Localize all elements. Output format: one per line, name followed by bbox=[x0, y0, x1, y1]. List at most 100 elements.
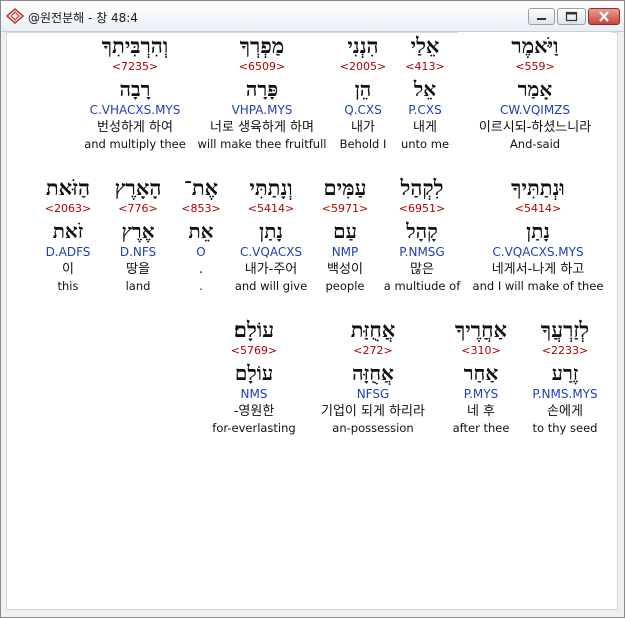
word-block[interactable]: אֲחֻזַּת <272> אֲחֻזָּה NFSG 기업이 되게 하리라 an-po… bbox=[306, 316, 441, 436]
english-gloss: and will give bbox=[234, 279, 308, 293]
parse-code: P.CXS bbox=[408, 103, 442, 117]
strong-number: <2005> bbox=[339, 60, 387, 73]
english-gloss: after thee bbox=[452, 421, 510, 435]
window-title: @원전분해 - 창 48:4 bbox=[28, 11, 138, 25]
hebrew-word: וְנָתַתִּי bbox=[249, 175, 293, 200]
lemma-word: רָבָה bbox=[119, 77, 151, 101]
strong-number: <6509> bbox=[238, 60, 286, 73]
maximize-button[interactable] bbox=[557, 8, 586, 25]
lemma-word: עוֹלָם bbox=[234, 361, 274, 385]
korean-gloss: 내게 bbox=[413, 120, 437, 135]
english-gloss: Behold I bbox=[339, 137, 387, 151]
korean-gloss: 이 bbox=[62, 262, 74, 277]
lemma-word: קָהָל bbox=[406, 219, 438, 243]
english-gloss: land bbox=[125, 279, 151, 293]
hebrew-word: אֵלַי bbox=[410, 33, 440, 58]
english-gloss: this bbox=[57, 279, 79, 293]
strong-number: <5414> bbox=[514, 202, 562, 215]
english-gloss: and I will make of thee bbox=[472, 279, 604, 293]
title-bar[interactable]: @원전분해 - 창 48:4 bbox=[1, 1, 624, 32]
word-block[interactable]: לְזַרְעֲךָ <2233> זֶרַע P.NMS.MYS 손에게 to thy … bbox=[518, 316, 613, 436]
hebrew-word: וּנְתַתִּיךָ bbox=[511, 175, 565, 200]
lemma-word: עַם bbox=[333, 219, 357, 243]
parse-code: Q.CXS bbox=[344, 103, 382, 117]
minimize-button[interactable] bbox=[528, 8, 555, 25]
parse-code: NMP bbox=[331, 245, 359, 259]
english-gloss: a multiude of bbox=[383, 279, 461, 293]
parse-code: NMS bbox=[240, 387, 268, 401]
close-icon bbox=[599, 11, 609, 22]
english-gloss: unto me bbox=[400, 137, 450, 151]
strong-number: <5769> bbox=[230, 344, 278, 357]
word-block[interactable]: הָאָרֶץ <776> אֶרֶץ D.NFS 땅을 land bbox=[108, 174, 168, 294]
strong-number: <272> bbox=[353, 344, 393, 357]
lemma-word: אַחַר bbox=[463, 361, 499, 385]
korean-gloss: 백성이 bbox=[327, 262, 363, 277]
hebrew-word: עַמִּים bbox=[323, 175, 367, 200]
parse-code: C.VQACXS.MYS bbox=[492, 245, 584, 259]
korean-gloss: 많은 bbox=[410, 262, 434, 277]
lemma-word: הֵן bbox=[354, 77, 372, 101]
korean-gloss: 내가-주어 bbox=[244, 262, 298, 277]
word-block[interactable]: אַחֲרֶיךָ <310> אַחַר P.MYS 네 후 after thee bbox=[444, 316, 519, 436]
lemma-word: זֹאת bbox=[52, 219, 84, 243]
parse-code: VHPA.MYS bbox=[231, 103, 293, 117]
strong-number: <559> bbox=[515, 60, 555, 73]
english-gloss: an-possession bbox=[332, 421, 414, 435]
parse-code: D.NFS bbox=[119, 245, 157, 259]
lemma-word: זֶרַע bbox=[551, 361, 579, 385]
word-block[interactable]: אֶת־ <853> אֵת O.. bbox=[181, 174, 221, 294]
word-block[interactable]: הַזֹּאת <2063> זֹאת D.ADFS 이 this bbox=[38, 174, 98, 294]
korean-gloss: 손에게 bbox=[547, 404, 583, 419]
strong-number: <2233> bbox=[541, 344, 589, 357]
lemma-word: אֶרֶץ bbox=[121, 219, 155, 243]
parse-code: P.NMS.MYS bbox=[532, 387, 598, 401]
parse-code: CW.VQIMZS bbox=[499, 103, 571, 117]
hebrew-word: עוֹלָם׃ bbox=[233, 317, 275, 342]
word-block[interactable]: וּנְתַתִּיךָ <5414> נָתַן C.VQACXS.MYS 네게서-나… bbox=[468, 174, 608, 294]
minimize-icon bbox=[537, 18, 546, 20]
hebrew-word: לִקְהַל bbox=[400, 175, 444, 200]
word-block[interactable]: לִקְהַל <6951> קָהָל P.NMSG 많은 a multiude of bbox=[377, 174, 467, 294]
lemma-word: נָתַן bbox=[526, 219, 550, 243]
hebrew-word: לְזַרְעֲךָ bbox=[540, 317, 590, 342]
maximize-icon bbox=[565, 11, 578, 22]
english-gloss: people bbox=[325, 279, 365, 293]
word-block[interactable]: וַיֹּאמֶר <559> אָמַר CW.VQIMZS 이르시되-하셨느니라 An… bbox=[460, 32, 610, 152]
strong-number: <310> bbox=[461, 344, 501, 357]
strong-number: <853> bbox=[181, 202, 221, 215]
strong-number: <2063> bbox=[44, 202, 92, 215]
word-block[interactable]: אֵלַי <413> אֵל P.CXS 내게 unto me bbox=[395, 32, 455, 152]
korean-gloss: 네게서-나게 하고 bbox=[491, 262, 585, 277]
strong-number: <5414> bbox=[247, 202, 295, 215]
english-gloss: for-everlasting bbox=[212, 421, 296, 435]
english-gloss: And-said bbox=[509, 137, 561, 151]
word-block[interactable]: עַמִּים <5971> עַם NMP 백성이 people bbox=[315, 174, 375, 294]
word-block[interactable]: הִנְנִי <2005> הֵן Q.CXS 내가 Behold I bbox=[333, 32, 393, 152]
app-logo-icon bbox=[5, 8, 25, 24]
korean-gloss: 땅을 bbox=[126, 262, 150, 277]
lemma-word: אֵת bbox=[188, 219, 214, 243]
parse-code: C.VQACXS bbox=[239, 245, 303, 259]
hebrew-word: אֶת־ bbox=[183, 175, 219, 200]
word-block[interactable]: וְנָתַתִּי <5414> נָתַן C.VQACXS 내가-주어 and wi… bbox=[226, 174, 316, 294]
word-block[interactable]: וְהִרְבִּיתִךָ <7235> רָבָה C.VHACXS.MYS 번성하… bbox=[75, 32, 195, 152]
close-button[interactable] bbox=[588, 8, 620, 25]
hebrew-word: וַיֹּאמֶר bbox=[511, 33, 559, 58]
app-window: @원전분해 - 창 48:4 וַיֹּאמֶר <559> אָמַר CW.VQI… bbox=[0, 0, 625, 618]
korean-gloss: 네 후 bbox=[466, 404, 496, 419]
strong-number: <6951> bbox=[398, 202, 446, 215]
english-gloss: to thy seed bbox=[532, 421, 598, 435]
hebrew-word: הָאָרֶץ bbox=[114, 175, 162, 200]
english-gloss: will make thee fruitfull bbox=[197, 137, 327, 151]
hebrew-word: וְהִרְבִּיתִךָ bbox=[101, 33, 169, 58]
word-block[interactable]: מַפְרְךָ <6509> פָּרָה VHPA.MYS 너로 생육하게 하며 wi… bbox=[195, 32, 329, 152]
english-gloss: and multiply thee bbox=[84, 137, 186, 151]
word-block[interactable]: עוֹלָם׃ <5769> עוֹלָם NMS -영원한 for-everlastin… bbox=[199, 316, 309, 436]
korean-gloss: 번성하게 하여 bbox=[97, 120, 173, 135]
korean-gloss: -영원한 bbox=[233, 404, 275, 419]
parse-code: NFSG bbox=[356, 387, 390, 401]
parse-code: D.ADFS bbox=[45, 245, 91, 259]
strong-number: <413> bbox=[405, 60, 445, 73]
korean-gloss: 이르시되-하셨느니라 bbox=[478, 120, 592, 135]
